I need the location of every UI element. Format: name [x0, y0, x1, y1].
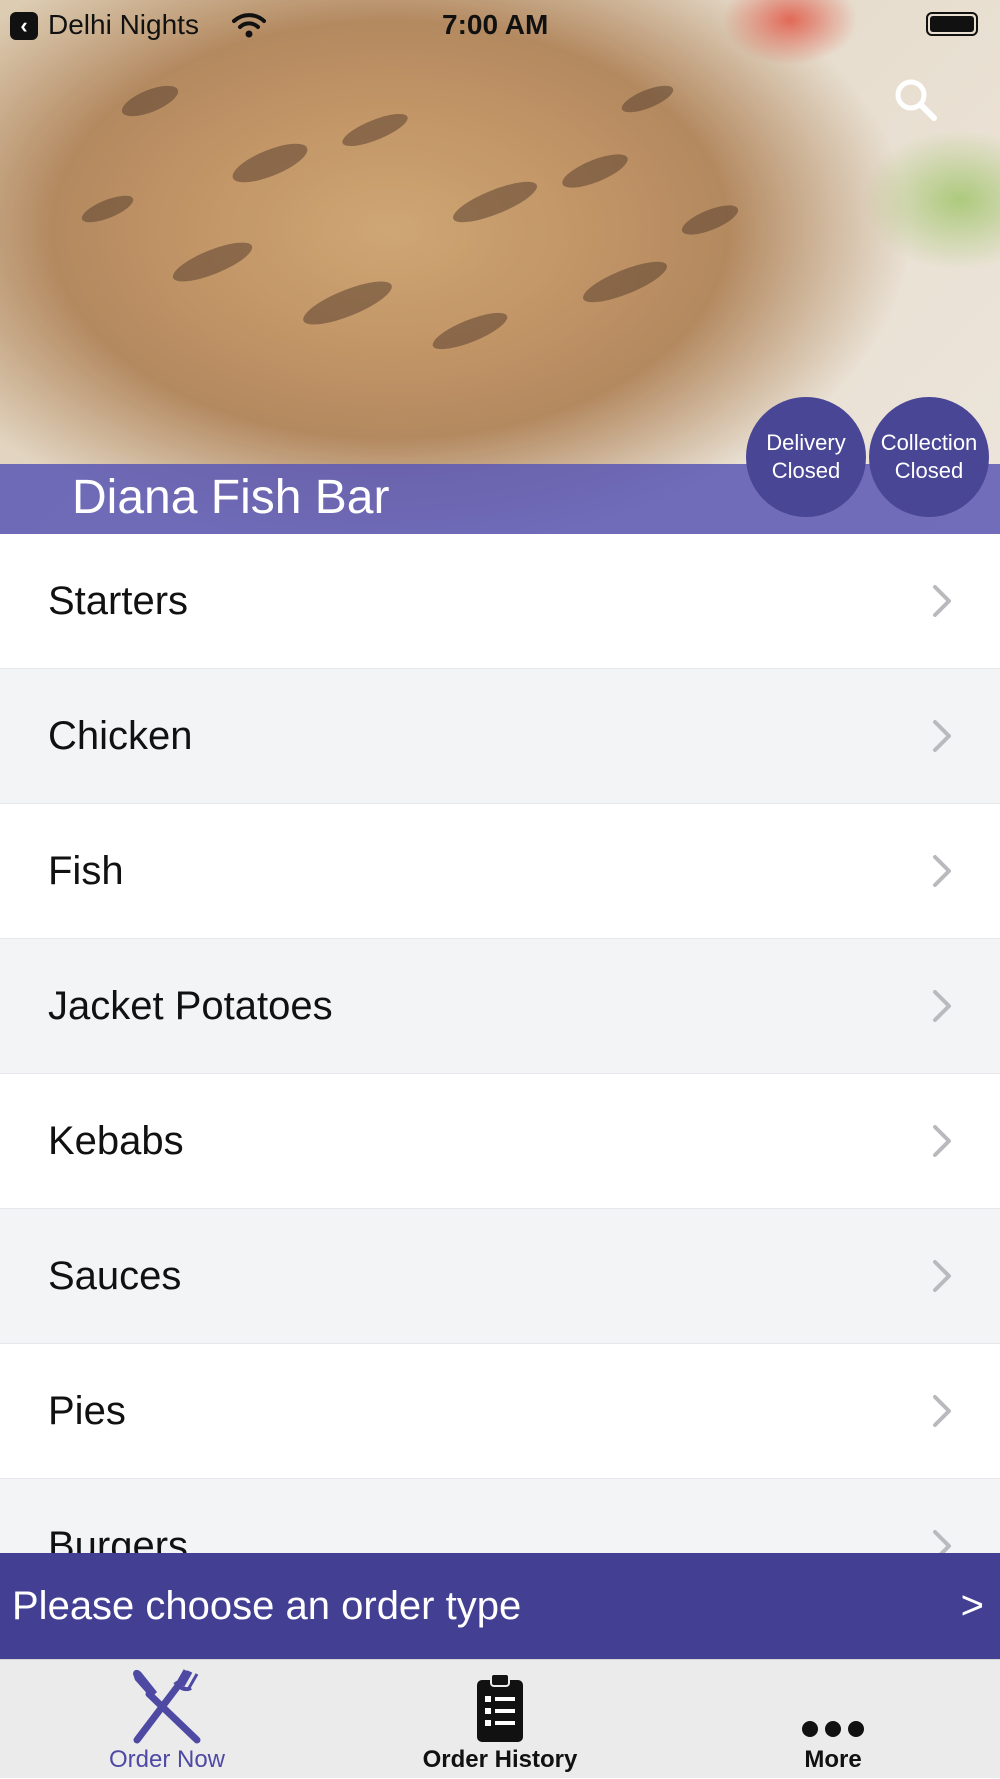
chevron-right-icon: [933, 720, 951, 752]
chevron-right-icon: [933, 1125, 951, 1157]
back-arrow-icon[interactable]: ‹: [10, 12, 38, 40]
fork-knife-icon: [133, 1669, 201, 1744]
tab-label: Order History: [422, 1746, 578, 1773]
menu-category-pies[interactable]: Pies: [0, 1344, 1000, 1479]
menu-category-chicken[interactable]: Chicken: [0, 669, 1000, 804]
delivery-status-title: Delivery: [766, 430, 846, 455]
tab-more[interactable]: More: [666, 1660, 1000, 1779]
restaurant-name: Diana Fish Bar: [72, 471, 390, 524]
menu-category-burgers[interactable]: Burgers: [0, 1479, 1000, 1553]
chevron-right-icon: [933, 990, 951, 1022]
back-app-label[interactable]: Delhi Nights: [48, 9, 199, 41]
search-icon[interactable]: [892, 76, 940, 124]
tab-label: Order Now: [108, 1746, 226, 1773]
order-type-arrow: >: [960, 1583, 984, 1628]
menu-category-label: Sauces: [48, 1253, 182, 1298]
status-bar: ‹ Delhi Nights 7:00 AM: [0, 0, 1000, 50]
menu-category-starters[interactable]: Starters: [0, 534, 1000, 669]
menu-category-label: Starters: [48, 578, 189, 623]
status-time: 7:00 AM: [442, 9, 549, 40]
more-dots-icon: [802, 1721, 864, 1737]
collection-status-title: Collection: [880, 430, 978, 455]
menu-category-label: Fish: [48, 848, 124, 893]
bottom-tab-bar: Order Now Order History More: [0, 1659, 1000, 1778]
menu-category-label: Kebabs: [48, 1118, 184, 1163]
menu-category-fish[interactable]: Fish: [0, 804, 1000, 939]
menu-category-sauces[interactable]: Sauces: [0, 1209, 1000, 1344]
chevron-right-icon: [933, 1395, 951, 1427]
collection-status-value: Closed: [894, 458, 964, 483]
menu-category-kebabs[interactable]: Kebabs: [0, 1074, 1000, 1209]
chevron-right-icon: [933, 855, 951, 887]
menu-category-label: Chicken: [48, 713, 193, 758]
menu-category-label: Burgers: [48, 1523, 189, 1554]
chevron-right-icon: [933, 1530, 951, 1553]
clipboard-list-icon: [477, 1673, 523, 1742]
collection-status-badge: Collection Closed: [869, 397, 989, 517]
tab-order-now[interactable]: Order Now: [0, 1660, 334, 1779]
tab-label: More: [804, 1746, 862, 1773]
chevron-right-icon: [933, 1260, 951, 1292]
delivery-status-value: Closed: [771, 458, 841, 483]
menu-category-label: Jacket Potatoes: [48, 983, 333, 1028]
battery-icon: [926, 12, 978, 36]
wifi-icon: [232, 13, 266, 38]
chevron-right-icon: [933, 585, 951, 617]
menu-category-jacket-potatoes[interactable]: Jacket Potatoes: [0, 939, 1000, 1074]
order-type-banner[interactable]: Please choose an order type >: [0, 1553, 1000, 1659]
tab-order-history[interactable]: Order History: [333, 1660, 667, 1779]
menu-category-label: Pies: [48, 1388, 126, 1433]
delivery-status-badge: Delivery Closed: [746, 397, 866, 517]
order-type-prompt: Please choose an order type: [12, 1583, 522, 1628]
menu-category-list: Starters Chicken Fish Jacket Potatoes Ke…: [0, 534, 1000, 1553]
